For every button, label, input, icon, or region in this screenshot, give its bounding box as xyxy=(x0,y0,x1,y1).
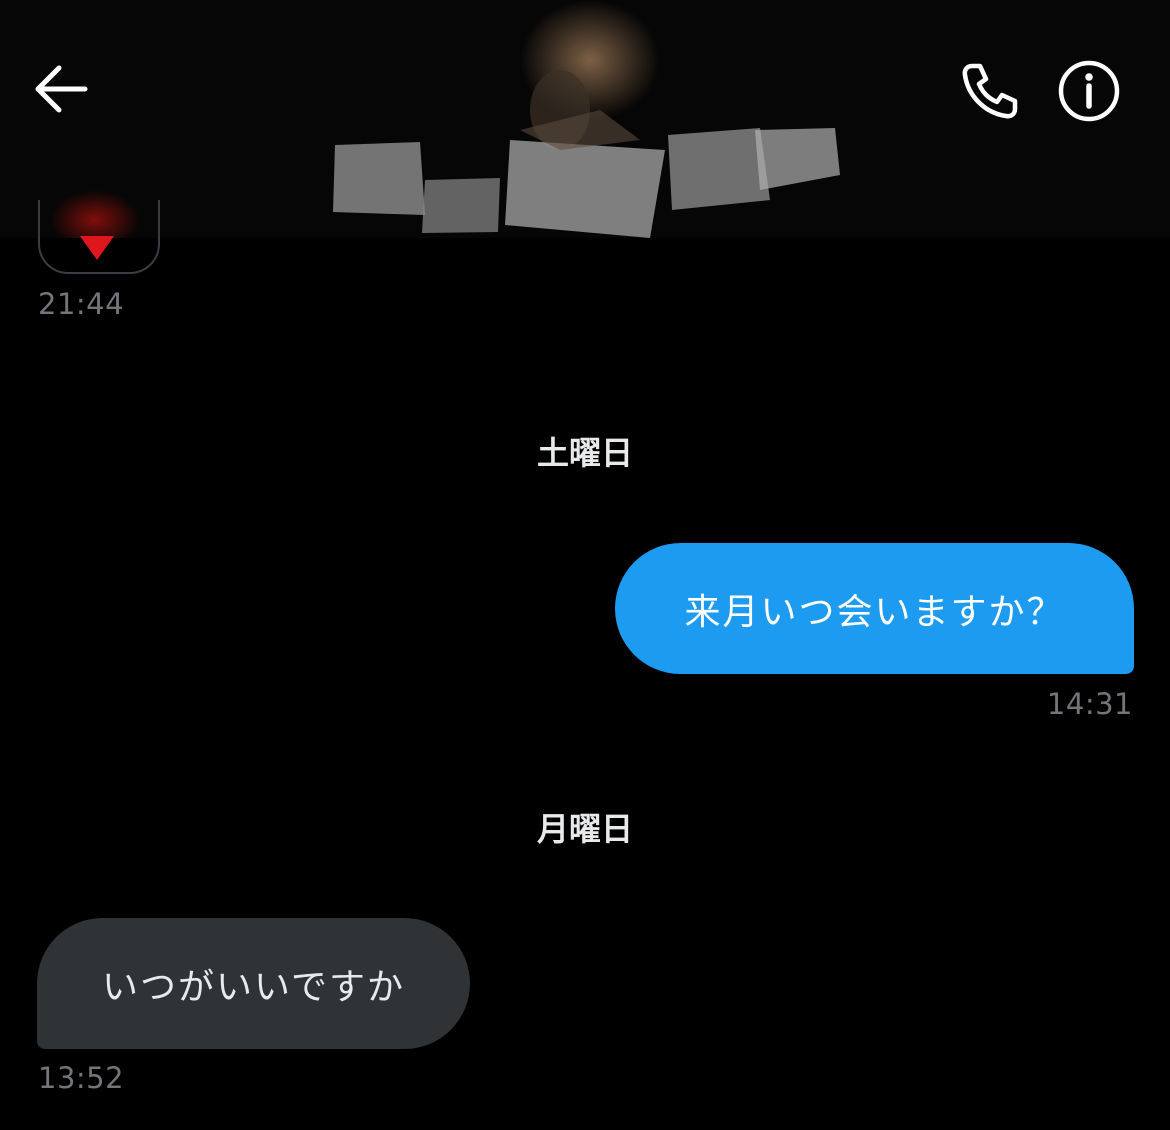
message-timestamp: 21:44 xyxy=(38,287,125,321)
day-separator: 月曜日 xyxy=(536,810,633,848)
sent-message-bubble[interactable]: 来月いつ会いますか？ xyxy=(615,543,1134,674)
info-icon xyxy=(1058,60,1120,122)
info-button[interactable] xyxy=(1050,52,1128,130)
heart-icon xyxy=(80,236,114,260)
message-text: 来月いつ会いますか？ xyxy=(684,591,1065,633)
message-text: いつがいいですか xyxy=(102,966,405,1008)
arrow-left-icon xyxy=(35,65,88,113)
phone-icon xyxy=(962,63,1018,119)
day-separator: 土曜日 xyxy=(536,434,633,472)
message-timestamp: 14:31 xyxy=(1046,687,1133,721)
call-button[interactable] xyxy=(950,52,1028,130)
message-timestamp: 13:52 xyxy=(38,1061,125,1095)
back-button[interactable] xyxy=(28,56,94,122)
received-message-bubble[interactable]: いつがいいですか xyxy=(37,918,470,1049)
chat-header xyxy=(0,0,1170,238)
